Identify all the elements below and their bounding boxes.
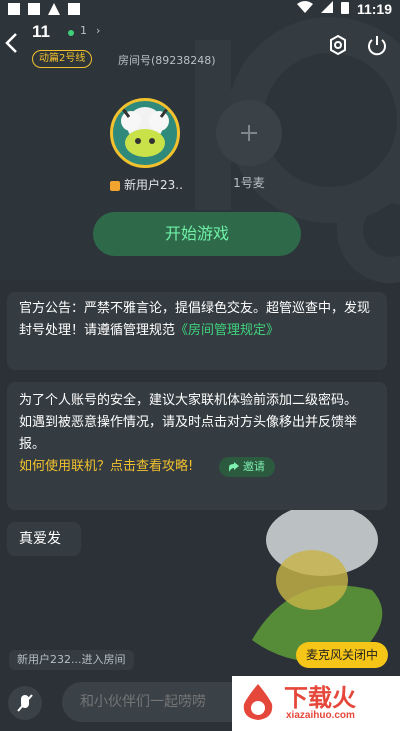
- gear-icon: [330, 34, 346, 56]
- seat-label: 1号麦: [233, 176, 265, 190]
- room-id: 房间号(89238248): [118, 54, 216, 67]
- online-count[interactable]: 1: [80, 24, 87, 37]
- room-title: 11: [32, 22, 50, 41]
- clock: 11:19: [356, 1, 392, 17]
- wifi-icon: [296, 1, 313, 17]
- room-header: 11 1 › 动篇2号线 房间号(89238248): [0, 22, 400, 70]
- sheep-avatar-icon: [121, 107, 169, 157]
- exit-button[interactable]: [366, 34, 388, 56]
- tips-line: 为了个人账号的安全，建议大家联机体验前添加二级密码。: [19, 393, 358, 408]
- status-bar: 11:19: [0, 0, 400, 18]
- invite-button[interactable]: 邀请: [219, 456, 275, 477]
- seat-label: 新用户23..: [110, 176, 183, 193]
- host-crown-icon: [110, 180, 120, 191]
- tips-card: 为了个人账号的安全，建议大家联机体验前添加二级密码。 如遇到被恶意操作情况，请及…: [7, 382, 387, 510]
- avatar[interactable]: [110, 98, 180, 168]
- chat-message: 真爱发: [7, 522, 81, 556]
- empty-seat[interactable]: [216, 100, 282, 166]
- guide-link[interactable]: 如何使用联机？点击查看攻略!: [19, 459, 193, 474]
- plus-icon: [241, 125, 257, 141]
- mic-off-icon: [17, 694, 33, 712]
- watermark: 下载火 xiazaihuo.com: [232, 676, 400, 731]
- chevron-left-icon: [5, 33, 17, 53]
- watermark-url: xiazaihuo.com: [286, 710, 355, 721]
- online-indicator: [68, 30, 74, 36]
- book-icon: [28, 3, 40, 15]
- warning-icon: [48, 3, 60, 15]
- mic-toggle-button[interactable]: [8, 686, 42, 720]
- app-icon: [68, 3, 80, 15]
- chevron-right-icon: ›: [96, 24, 101, 37]
- server-line-badge[interactable]: 动篇2号线: [32, 50, 93, 68]
- tips-line: 如遇到被恶意操作情况，请及时点击对方头像移出并反馈举报。: [19, 415, 358, 452]
- notification-icon: [8, 3, 20, 15]
- announcement-card: 官方公告：严禁不雅言论，提倡绿色交友。超管巡查中，发现封号处理！请遵循管理规范《…: [7, 292, 387, 370]
- seat-mic-1[interactable]: 1号麦: [214, 98, 284, 191]
- room-rules-link[interactable]: 《房间管理规定》: [175, 323, 279, 338]
- start-game-button[interactable]: 开始游戏: [93, 212, 301, 256]
- watermark-text: 下载火: [284, 684, 356, 712]
- mic-status-badge[interactable]: 麦克风关闭中: [296, 642, 389, 668]
- seat-host[interactable]: 新用户23..: [110, 98, 183, 193]
- back-button[interactable]: [4, 32, 24, 56]
- system-message: 新用户232...进入房间: [9, 650, 134, 670]
- share-icon: [229, 461, 240, 472]
- settings-button[interactable]: [327, 34, 349, 56]
- fire-logo-icon: [243, 684, 273, 720]
- signal-icon: [320, 1, 333, 17]
- battery-icon: [340, 1, 349, 18]
- power-icon: [368, 36, 386, 56]
